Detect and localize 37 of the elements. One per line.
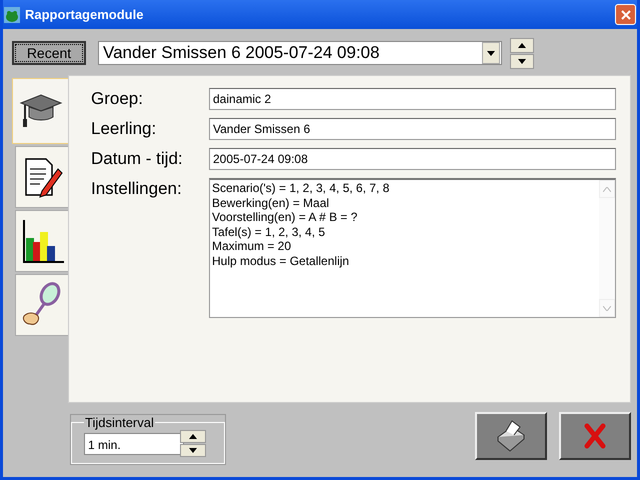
field-label: Leerling:: [91, 118, 158, 140]
settings-line: Bewerking(en) = Maal: [212, 196, 330, 210]
group-label: Tijdsinterval: [84, 415, 155, 430]
spin-down-button[interactable]: [510, 54, 534, 68]
text-field[interactable]: dainamic 2: [209, 88, 616, 110]
app-icon: [4, 6, 20, 22]
side-tab[interactable]: [12, 78, 68, 144]
side-tab[interactable]: [15, 146, 68, 208]
spin-down-button[interactable]: [180, 444, 206, 457]
spin-up-button[interactable]: [510, 38, 534, 52]
session-dropdown[interactable]: Vander Smissen 6 2005-07-24 09:08: [98, 41, 502, 65]
settings-text-area[interactable]: Scenario('s) = 1, 2, 3, 4, 5, 6, 7, 8 Bewerking(en) = Maal Voorstelling(en) = A # B = ? Tafel(s) = 1, 2, 3, 4, 5 Maximum = 20 Hulp modus = Getallenlijn: [209, 178, 616, 318]
settings-line: Voorstelling(en) = A # B = ?: [212, 210, 358, 224]
settings-line: Maximum = 20: [212, 239, 292, 254]
field-label: Groep:: [91, 88, 144, 110]
up-arrow-icon: [518, 42, 526, 48]
down-arrow-icon: [518, 58, 526, 64]
bar-chart-icon: [20, 218, 64, 264]
field-label: Instellingen:: [91, 178, 183, 200]
down-arrow-icon: [189, 448, 197, 453]
up-arrow-icon: [189, 434, 197, 439]
recent-button[interactable]: Recent: [12, 41, 86, 65]
spin-up-button[interactable]: [180, 430, 206, 443]
interval-field[interactable]: 1 min.: [84, 432, 184, 454]
window-title: Rapportagemodule: [25, 7, 144, 22]
cross-icon: [584, 423, 606, 449]
settings-line: Scenario('s) = 1, 2, 3, 4, 5, 6, 7, 8: [212, 181, 390, 196]
text-field[interactable]: Vander Smissen 6: [209, 118, 616, 140]
settings-line: Hulp modus = Getallenlijn: [212, 254, 350, 268]
print-button[interactable]: [475, 412, 547, 460]
settings-line: Tafel(s) = 1, 2, 3, 4, 5: [212, 224, 326, 239]
close-button[interactable]: [615, 4, 636, 25]
field-label: Datum - tijd:: [91, 148, 184, 170]
text-field[interactable]: 2005-07-24 09:08: [209, 148, 616, 170]
close-icon: [620, 8, 632, 20]
side-tab[interactable]: [15, 210, 68, 272]
cancel-button[interactable]: [559, 412, 631, 460]
